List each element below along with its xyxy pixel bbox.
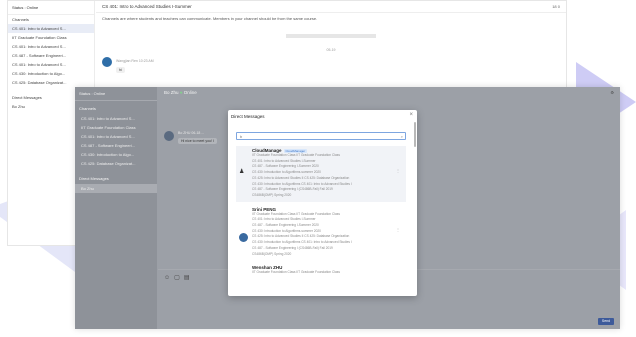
- send-button[interactable]: Send: [598, 318, 614, 325]
- search-value: b: [240, 134, 243, 139]
- avatar: [239, 232, 248, 242]
- sidebar-item-channel[interactable]: CS 401: Intro to Advanced S...: [8, 24, 94, 33]
- scrollbar[interactable]: [414, 122, 416, 147]
- list-item-user[interactable]: Wenshan ZHU IIT Graduate Foundation Clas…: [236, 263, 406, 279]
- sidebar-item-channel[interactable]: CS 401: Intro to Advanced S...: [75, 132, 157, 141]
- channel-title: CS 401: Intro to Advanced Studies I-Summ…: [96, 1, 566, 13]
- sidebar: Status : Online Channels CS 401: Intro t…: [75, 87, 157, 329]
- avatar: [102, 57, 112, 67]
- settings-icon[interactable]: ⚙: [610, 90, 614, 95]
- sidebar-item-channel[interactable]: CS 425: Database Organizat...: [75, 159, 157, 168]
- composer-toolbar: ☺▢▤: [164, 274, 193, 281]
- sidebar-item-channel[interactable]: CS 401: Intro to Advanced S...: [75, 114, 157, 123]
- emoji-icon[interactable]: ☺: [164, 275, 174, 281]
- chat-title: Bo Zhu: [164, 90, 179, 95]
- status-label[interactable]: Status : Online: [8, 1, 94, 15]
- user-icon: ♟: [239, 169, 245, 175]
- list-item-user[interactable]: CloudManage CloudManager IIT Graduate Fou…: [236, 146, 406, 202]
- channels-header[interactable]: Channels: [75, 104, 157, 114]
- close-icon[interactable]: ×: [409, 112, 413, 118]
- image-icon[interactable]: ▢: [174, 275, 184, 281]
- search-input[interactable]: b ⌕: [236, 132, 406, 140]
- direct-messages-modal: Direct Messages × b ⌕ CloudManage CloudMa…: [228, 110, 417, 296]
- blurred-text: [286, 34, 376, 38]
- user-course: IIT Graduate Foundation Class IIT Gradua…: [252, 270, 340, 275]
- more-icon[interactable]: ⋮: [396, 227, 400, 232]
- message-sender: Wangjian Ren 10:23 AM: [116, 59, 154, 63]
- sidebar-item-channel[interactable]: CS 487 - Software Engineeri...: [8, 51, 94, 60]
- avatar: [164, 131, 174, 141]
- channels-header[interactable]: Channels: [8, 15, 94, 24]
- sidebar-item-channel[interactable]: CS 401: Intro to Advanced S...: [8, 42, 94, 51]
- member-count[interactable]: 18 0: [552, 4, 560, 9]
- modal-title: Direct Messages: [231, 114, 265, 119]
- online-dot-icon: ●: [179, 90, 183, 95]
- more-icon[interactable]: ⋮: [396, 168, 400, 173]
- user-course: CS486B(OMP) Spring 2020: [252, 251, 292, 256]
- sidebar-item-channel[interactable]: CS 487 - Software Engineeri...: [75, 141, 157, 150]
- screen: Status : Online Channels CS 401: Intro t…: [0, 0, 636, 337]
- channel-description: Channels are where students and teachers…: [102, 16, 318, 21]
- sidebar-item-channel[interactable]: CS 401: Intro to Advanced S...: [8, 60, 94, 69]
- message-sender: Bo ZHU 06-18 ...: [178, 131, 205, 135]
- online-status: Online: [183, 90, 197, 95]
- message-bubble: hi: [116, 67, 125, 73]
- date-divider: 05-19: [326, 48, 336, 52]
- sidebar-item-dm[interactable]: Bo Zhu: [75, 184, 157, 193]
- list-item-user[interactable]: Srini PENG IIT Graduate Foundation Class…: [236, 205, 406, 261]
- user-results-list: CloudManage CloudManager IIT Graduate Fou…: [236, 146, 406, 279]
- file-icon[interactable]: ▤: [184, 275, 194, 281]
- user-course: CS486B(OMP) Spring 2020: [252, 192, 292, 197]
- sidebar-item-channel[interactable]: CS 430: Introduction to Algo...: [8, 69, 94, 78]
- sidebar-item-channel[interactable]: CS 425: Database Organizat...: [8, 78, 94, 87]
- search-icon: ⌕: [400, 134, 403, 139]
- sidebar-item-channel[interactable]: IIT Graduate Foundation Class: [75, 123, 157, 132]
- sidebar-item-channel[interactable]: IIT Graduate Foundation Class: [8, 33, 94, 42]
- chat-header: Bo Zhu ● Online: [158, 87, 620, 99]
- status-label[interactable]: Status : Online: [75, 87, 157, 101]
- message-bubble: Hi nice to meet you! I: [178, 138, 217, 144]
- sidebar-item-channel[interactable]: CS 430: Introduction to Algo...: [75, 150, 157, 159]
- direct-messages-header[interactable]: Direct Messages: [75, 174, 157, 184]
